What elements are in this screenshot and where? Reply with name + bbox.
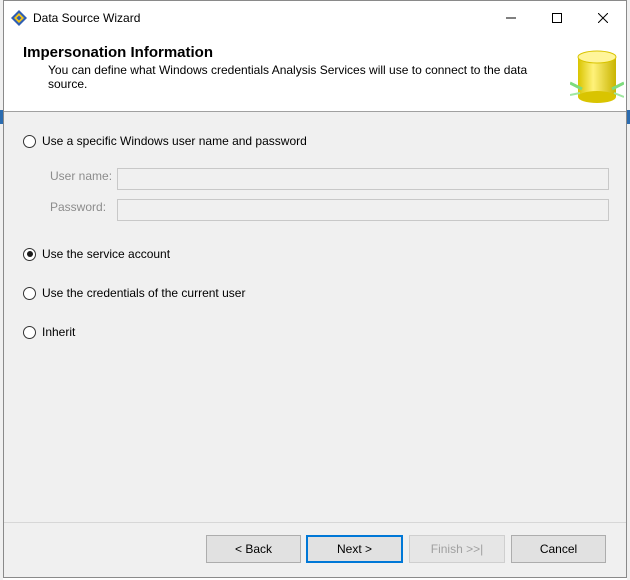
service-account-label: Use the service account [42,247,171,261]
database-cylinder-icon [570,43,624,107]
wizard-header: Impersonation Information You can define… [4,35,626,112]
maximize-icon [552,13,562,23]
username-label: User name: [50,169,113,183]
page-title: Impersonation Information [23,44,214,61]
specific-user-label: Use a specific Windows user name and pas… [42,134,307,148]
inherit-radio[interactable] [23,325,36,339]
finish-button[interactable]: Finish >>| [409,535,505,563]
option-inherit[interactable]: Inherit [23,324,75,340]
service-account-radio[interactable] [23,247,36,261]
option-specific-user[interactable]: Use a specific Windows user name and pas… [23,133,307,149]
password-label: Password: [50,200,107,214]
specific-user-radio[interactable] [23,134,36,148]
cancel-button[interactable]: Cancel [511,535,606,563]
close-icon [598,13,608,23]
username-input[interactable] [117,168,609,190]
wizard-window: Data Source Wizard Impersonation Informa… [3,0,627,578]
page-description: You can define what Windows credentials … [48,63,528,91]
title-bar: Data Source Wizard [4,1,626,35]
option-current-user[interactable]: Use the credentials of the current user [23,285,245,301]
password-input[interactable] [117,199,609,221]
next-button[interactable]: Next > [306,535,403,563]
maximize-button[interactable] [534,1,580,35]
back-button[interactable]: < Back [206,535,301,563]
current-user-radio[interactable] [23,286,36,300]
data-source-wizard-icon [11,10,27,26]
bottom-divider [4,522,626,523]
window-title: Data Source Wizard [33,11,141,25]
option-service-account[interactable]: Use the service account [23,246,170,262]
current-user-label: Use the credentials of the current user [42,286,246,300]
close-button[interactable] [580,1,626,35]
inherit-label: Inherit [42,325,76,339]
minimize-button[interactable] [488,1,534,35]
minimize-icon [506,17,516,19]
